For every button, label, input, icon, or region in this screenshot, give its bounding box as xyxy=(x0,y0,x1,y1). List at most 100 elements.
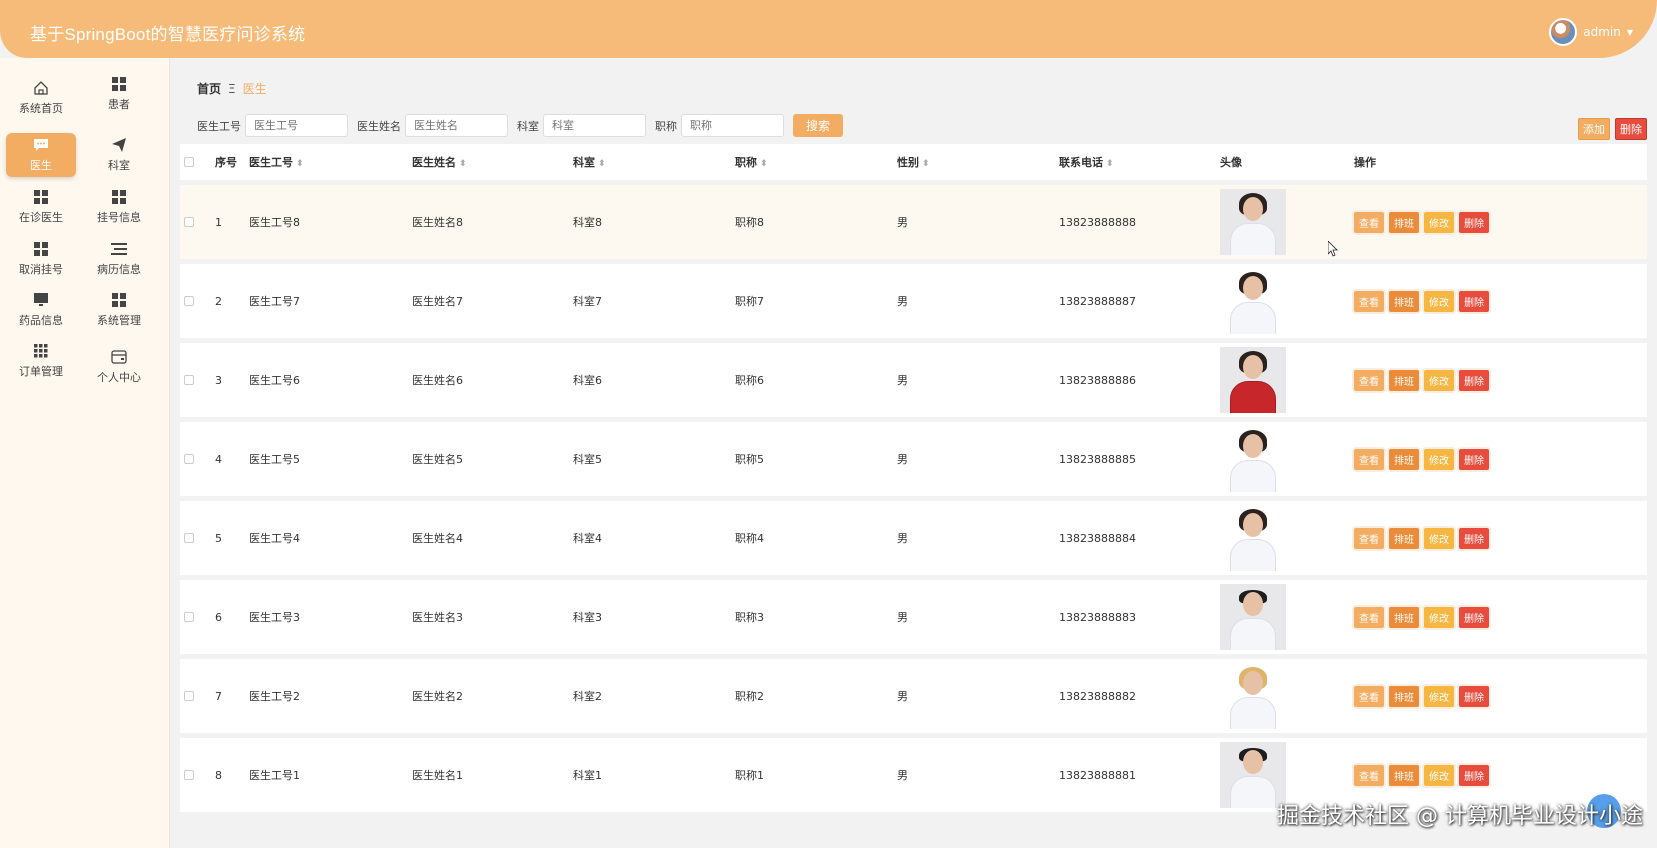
sidebar-item-registration[interactable]: 挂号信息 xyxy=(84,185,154,229)
schedule-button[interactable]: 排班 xyxy=(1389,369,1419,391)
header-label: 性别 xyxy=(897,156,919,169)
doctor-photo xyxy=(1220,189,1286,255)
edit-button[interactable]: 修改 xyxy=(1424,369,1454,391)
edit-button[interactable]: 修改 xyxy=(1424,448,1454,470)
header-label: 职称 xyxy=(735,156,757,169)
row-checkbox[interactable] xyxy=(184,217,194,227)
delete-button[interactable]: 删除 xyxy=(1459,685,1489,707)
schedule-button[interactable]: 排班 xyxy=(1389,685,1419,707)
cell-title: 职称2 xyxy=(735,690,764,703)
breadcrumb-home[interactable]: 首页 xyxy=(197,80,221,97)
sidebar-item-orders[interactable]: 订单管理 xyxy=(6,339,76,383)
sort-icon[interactable]: ⬍ xyxy=(598,159,606,169)
edit-button[interactable]: 修改 xyxy=(1424,685,1454,707)
sidebar-item-doctor[interactable]: 医生 xyxy=(6,133,76,177)
sidebar-item-patient[interactable]: 患者 xyxy=(84,72,154,116)
doctor-no-input[interactable] xyxy=(245,114,348,137)
select-all-checkbox[interactable] xyxy=(184,157,194,167)
header-doctor-no[interactable]: 医生工号 ⬍ xyxy=(249,154,412,170)
row-checkbox[interactable] xyxy=(184,454,194,464)
table-row[interactable]: 2 医生工号7 医生姓名7 科室7 职称7 男 13823888887 查看 排… xyxy=(180,264,1647,338)
table-row[interactable]: 4 医生工号5 医生姓名5 科室5 职称5 男 13823888885 查看 排… xyxy=(180,422,1647,496)
cell-doctor-no: 医生工号8 xyxy=(249,216,300,229)
schedule-button[interactable]: 排班 xyxy=(1389,290,1419,312)
edit-button[interactable]: 修改 xyxy=(1424,211,1454,233)
user-menu[interactable]: admin ▼ xyxy=(1549,18,1633,46)
sidebar-item-home[interactable]: 系统首页 xyxy=(6,76,76,120)
sort-icon[interactable]: ⬍ xyxy=(296,159,304,169)
cell-department: 科室4 xyxy=(573,532,602,545)
sidebar-item-system[interactable]: 系统管理 xyxy=(84,288,154,332)
delete-button[interactable]: 删除 xyxy=(1459,764,1489,786)
row-checkbox[interactable] xyxy=(184,691,194,701)
add-button[interactable]: 添加 xyxy=(1578,118,1610,140)
view-button[interactable]: 查看 xyxy=(1354,606,1384,628)
schedule-button[interactable]: 排班 xyxy=(1389,448,1419,470)
table-row[interactable]: 6 医生工号3 医生姓名3 科室3 职称3 男 13823888883 查看 排… xyxy=(180,580,1647,654)
schedule-button[interactable]: 排班 xyxy=(1389,606,1419,628)
sort-icon[interactable]: ⬍ xyxy=(922,159,930,169)
cell-doctor-no: 医生工号6 xyxy=(249,374,300,387)
schedule-button[interactable]: 排班 xyxy=(1389,764,1419,786)
table-row[interactable]: 3 医生工号6 医生姓名6 科室6 职称6 男 13823888886 查看 排… xyxy=(180,343,1647,417)
edit-button[interactable]: 修改 xyxy=(1424,606,1454,628)
mouse-cursor-icon xyxy=(1328,241,1338,257)
schedule-button[interactable]: 排班 xyxy=(1389,211,1419,233)
delete-button[interactable]: 删除 xyxy=(1459,527,1489,549)
doctor-photo xyxy=(1220,584,1286,650)
cell-sex: 男 xyxy=(897,769,908,782)
sidebar-item-department[interactable]: 科室 xyxy=(84,133,154,177)
view-button[interactable]: 查看 xyxy=(1354,527,1384,549)
view-button[interactable]: 查看 xyxy=(1354,764,1384,786)
title-input[interactable] xyxy=(681,114,784,137)
doctor-name-input[interactable] xyxy=(405,114,508,137)
sidebar-item-label: 个人中心 xyxy=(97,371,141,384)
row-checkbox[interactable] xyxy=(184,375,194,385)
apps-icon xyxy=(33,343,49,359)
sidebar-item-profile[interactable]: 个人中心 xyxy=(84,345,154,389)
app-title: 基于SpringBoot的智慧医疗问诊系统 xyxy=(30,25,306,44)
view-button[interactable]: 查看 xyxy=(1354,685,1384,707)
department-input[interactable] xyxy=(543,114,646,137)
sort-icon[interactable]: ⬍ xyxy=(1106,159,1114,169)
bulk-delete-button[interactable]: 删除 xyxy=(1615,118,1647,140)
row-checkbox[interactable] xyxy=(184,770,194,780)
monitor-icon xyxy=(33,292,49,308)
sort-icon[interactable]: ⬍ xyxy=(459,159,467,169)
header-doctor-name[interactable]: 医生姓名 ⬍ xyxy=(412,154,573,170)
sort-icon[interactable]: ⬍ xyxy=(760,159,768,169)
delete-button[interactable]: 删除 xyxy=(1459,606,1489,628)
edit-button[interactable]: 修改 xyxy=(1424,764,1454,786)
table-row[interactable]: 1 医生工号8 医生姓名8 科室8 职称8 男 13823888888 查看 排… xyxy=(180,185,1647,259)
search-bar: 医生工号 医生姓名 科室 职称 搜索 xyxy=(197,114,843,137)
delete-button[interactable]: 删除 xyxy=(1459,290,1489,312)
edit-button[interactable]: 修改 xyxy=(1424,527,1454,549)
header-sex[interactable]: 性别 ⬍ xyxy=(897,154,1059,170)
sidebar-item-medical-record[interactable]: 病历信息 xyxy=(84,237,154,281)
view-button[interactable]: 查看 xyxy=(1354,448,1384,470)
search-button[interactable]: 搜索 xyxy=(793,114,843,137)
row-checkbox[interactable] xyxy=(184,296,194,306)
sidebar-item-active-doctor[interactable]: 在诊医生 xyxy=(6,185,76,229)
header-title[interactable]: 职称 ⬍ xyxy=(735,154,897,170)
view-button[interactable]: 查看 xyxy=(1354,290,1384,312)
schedule-button[interactable]: 排班 xyxy=(1389,527,1419,549)
sidebar-item-medicine[interactable]: 药品信息 xyxy=(6,288,76,332)
view-button[interactable]: 查看 xyxy=(1354,369,1384,391)
sidebar-item-cancel-registration[interactable]: 取消挂号 xyxy=(6,237,76,281)
username: admin xyxy=(1583,25,1621,39)
view-button[interactable]: 查看 xyxy=(1354,211,1384,233)
table-row[interactable]: 5 医生工号4 医生姓名4 科室4 职称4 男 13823888884 查看 排… xyxy=(180,501,1647,575)
edit-button[interactable]: 修改 xyxy=(1424,290,1454,312)
table-row[interactable]: 7 医生工号2 医生姓名2 科室2 职称2 男 13823888882 查看 排… xyxy=(180,659,1647,733)
row-checkbox[interactable] xyxy=(184,612,194,622)
cell-department: 科室3 xyxy=(573,611,602,624)
cell-phone: 13823888884 xyxy=(1059,531,1136,545)
delete-button[interactable]: 删除 xyxy=(1459,448,1489,470)
row-checkbox[interactable] xyxy=(184,533,194,543)
delete-button[interactable]: 删除 xyxy=(1459,211,1489,233)
header-phone[interactable]: 联系电话 ⬍ xyxy=(1059,154,1220,170)
cell-doctor-no: 医生工号7 xyxy=(249,295,300,308)
header-department[interactable]: 科室 ⬍ xyxy=(573,154,735,170)
delete-button[interactable]: 删除 xyxy=(1459,369,1489,391)
